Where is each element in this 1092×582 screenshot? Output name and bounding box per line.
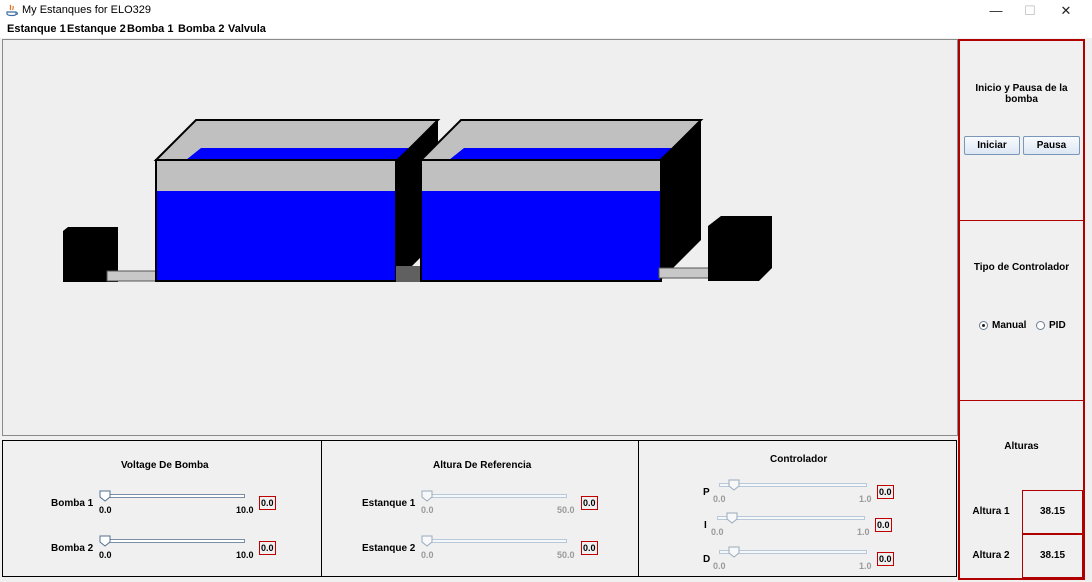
estanque-2-value: 0.0: [581, 541, 598, 555]
p-value: 0.0: [877, 485, 894, 499]
bomba-1-max: 10.0: [236, 505, 254, 515]
estanque-2-slider-thumb[interactable]: [421, 535, 433, 547]
minimize-button[interactable]: —: [978, 0, 1014, 22]
bomba-1-min: 0.0: [99, 505, 112, 515]
pump-control-title: Inicio y Pausa de la bomba: [975, 83, 1068, 105]
window-title: My Estanques for ELO329: [22, 4, 152, 16]
estanque-1-min: 0.0: [421, 505, 434, 515]
bomba-2-min: 0.0: [99, 550, 112, 560]
estanque-1-label: Estanque 1: [362, 498, 416, 509]
pid-label: PID: [1049, 320, 1066, 331]
maximize-button[interactable]: ☐: [1012, 0, 1048, 22]
bomba-1-label: Bomba 1: [51, 498, 94, 509]
estanque-1-slider-track[interactable]: [422, 494, 567, 498]
reference-panel: Altura De Referencia Estanque 1 0.0 50.0…: [321, 440, 639, 577]
valve[interactable]: [396, 266, 422, 282]
pump-2[interactable]: [708, 216, 772, 281]
tank-1[interactable]: [153, 119, 441, 282]
estanque-2-max: 50.0: [557, 550, 575, 560]
start-button[interactable]: Iniciar: [964, 136, 1020, 155]
bomba-2-value: 0.0: [259, 541, 276, 555]
d-label: D: [703, 554, 711, 565]
i-value: 0.0: [875, 518, 892, 532]
bomba-2-max: 10.0: [236, 550, 254, 560]
menu-estanque-1[interactable]: Estanque 1: [7, 23, 66, 35]
tank-2[interactable]: [418, 119, 704, 282]
p-slider-thumb[interactable]: [728, 479, 740, 491]
menu-bar: Estanque 1 Estanque 2 Bomba 1 Bomba 2 Va…: [0, 22, 1092, 38]
heights-section: Alturas Altura 1 38.15 Altura 2 38.15: [960, 401, 1083, 578]
bomba-2-slider-thumb[interactable]: [99, 535, 111, 547]
reference-title: Altura De Referencia: [433, 460, 532, 471]
d-value: 0.0: [877, 552, 894, 566]
menu-valvula[interactable]: Valvula: [228, 23, 266, 35]
menu-estanque-2[interactable]: Estanque 2: [67, 23, 126, 35]
estanque-1-value: 0.0: [581, 496, 598, 510]
menu-bomba-1[interactable]: Bomba 1: [127, 23, 173, 35]
i-slider-track[interactable]: [717, 516, 865, 520]
i-label: I: [704, 520, 707, 531]
height-1-label: Altura 1: [972, 506, 1010, 517]
inlet-pipe-2: [658, 267, 712, 279]
voltage-panel: Voltage De Bomba Bomba 1 0.0 10.0 0.0 Bo…: [2, 440, 322, 577]
menu-bomba-2[interactable]: Bomba 2: [178, 23, 224, 35]
p-slider-track[interactable]: [719, 483, 867, 487]
d-min: 0.0: [713, 561, 726, 571]
pid-radio[interactable]: [1036, 321, 1045, 330]
estanque-2-slider-track[interactable]: [422, 539, 567, 543]
tank-2-water: [422, 191, 660, 280]
manual-label: Manual: [992, 320, 1027, 331]
title-bar: My Estanques for ELO329 — ☐ ✕: [0, 0, 1092, 22]
bomba-2-label: Bomba 2: [51, 543, 94, 554]
height-1-value: 38.15: [1022, 490, 1083, 534]
inlet-pipe-1: [106, 270, 158, 282]
controller-type-title: Tipo de Controlador: [973, 262, 1070, 273]
bomba-1-slider-thumb[interactable]: [99, 490, 111, 502]
estanque-1-slider-thumb[interactable]: [421, 490, 433, 502]
i-slider-thumb[interactable]: [726, 512, 738, 524]
d-slider-track[interactable]: [719, 550, 867, 554]
heights-title: Alturas: [1004, 441, 1039, 452]
estanque-2-label: Estanque 2: [362, 543, 416, 554]
bomba-1-slider-track[interactable]: [100, 494, 245, 498]
manual-radio[interactable]: [979, 321, 988, 330]
tank-1-water: [157, 191, 395, 280]
i-max: 1.0: [857, 527, 870, 537]
simulation-canvas: [2, 39, 958, 436]
controller-type-section: Tipo de Controlador Manual PID: [960, 221, 1083, 401]
pause-button[interactable]: Pausa: [1023, 136, 1080, 155]
controller-panel: Controlador P 0.0 1.0 0.0 I 0.0 1.0 0.0 …: [638, 440, 957, 577]
bomba-2-slider-track[interactable]: [100, 539, 245, 543]
tank-scene: [63, 119, 772, 282]
close-button[interactable]: ✕: [1048, 0, 1084, 22]
side-panel: Inicio y Pausa de la bomba Iniciar Pausa…: [958, 39, 1085, 580]
p-max: 1.0: [859, 494, 872, 504]
bomba-1-value: 0.0: [259, 496, 276, 510]
height-2-label: Altura 2: [972, 550, 1010, 561]
voltage-title: Voltage De Bomba: [121, 460, 209, 471]
height-2-value: 38.15: [1022, 534, 1083, 578]
estanque-2-min: 0.0: [421, 550, 434, 560]
p-min: 0.0: [713, 494, 726, 504]
i-min: 0.0: [711, 527, 724, 537]
d-max: 1.0: [859, 561, 872, 571]
controller-title: Controlador: [770, 454, 828, 465]
java-app-icon: [6, 4, 18, 17]
estanque-1-max: 50.0: [557, 505, 575, 515]
pump-control-section: Inicio y Pausa de la bomba Iniciar Pausa: [960, 41, 1083, 221]
d-slider-thumb[interactable]: [728, 546, 740, 558]
p-label: P: [703, 487, 710, 498]
